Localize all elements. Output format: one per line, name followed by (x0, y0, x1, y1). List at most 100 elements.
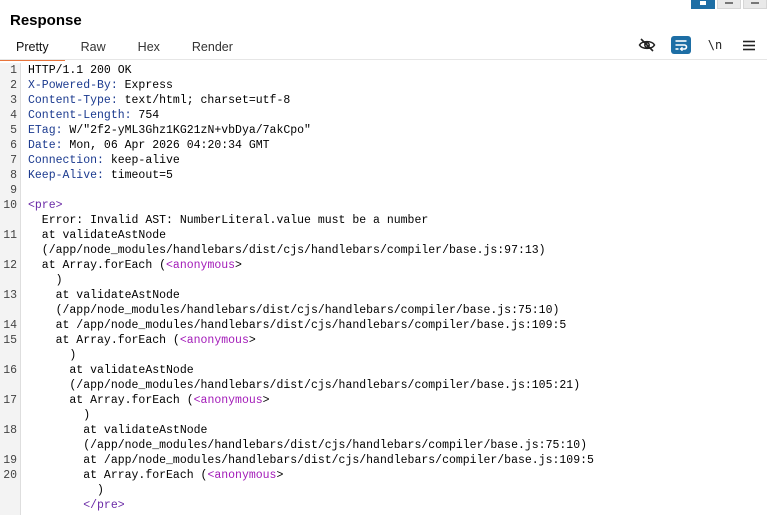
text-segment: ) (28, 274, 63, 287)
line-number: 2 (10, 79, 17, 92)
text-segment: keep-alive (103, 154, 180, 167)
line-number: 14 (3, 319, 17, 332)
line-text: Connection: keep-alive (28, 153, 180, 168)
text-wrap-button[interactable] (671, 36, 691, 54)
header-name: Content-Length: (28, 109, 132, 122)
line-text: ETag: W/"2f2-yML3Ghz1KG21zN+vbDya/7akCpo… (28, 123, 311, 138)
text-segment: at Array.forEach ( (28, 469, 208, 482)
vertical-layout-button[interactable] (743, 0, 767, 9)
text-segment: Express (117, 79, 173, 92)
line-number: 10 (3, 199, 17, 212)
line-number: 1 (10, 64, 17, 77)
line-number: 18 (3, 424, 17, 437)
line-number: 9 (10, 184, 17, 197)
hide-button[interactable] (637, 36, 657, 54)
horizontal-layout-button[interactable] (717, 0, 741, 9)
line-text: </pre> (28, 498, 125, 513)
line-number: 12 (3, 259, 17, 272)
anonymous-token: <anonymous (207, 469, 277, 482)
line-text: at Array.forEach (<anonymous> (28, 468, 283, 483)
text-segment: ) (28, 484, 104, 497)
line-number: 15 (3, 334, 17, 347)
anonymous-token: <anonymous (166, 259, 236, 272)
line-number: 16 (3, 364, 17, 377)
text-segment: > (248, 334, 256, 347)
line-text: (/app/node_modules/handlebars/dist/cjs/h… (28, 243, 546, 258)
text-segment: Error: Invalid AST: NumberLiteral.value … (28, 214, 429, 227)
html-tag: <pre> (28, 199, 63, 212)
layout-toggle-group (691, 0, 767, 9)
tab-pretty[interactable]: Pretty (0, 34, 65, 61)
line-text: at /app/node_modules/handlebars/dist/cjs… (28, 453, 594, 468)
line-number: 6 (10, 139, 17, 152)
line-text: (/app/node_modules/handlebars/dist/cjs/h… (28, 303, 560, 318)
text-segment: (/app/node_modules/handlebars/dist/cjs/h… (28, 244, 546, 257)
line-number: 8 (10, 169, 17, 182)
text-segment: at validateAstNode (28, 289, 180, 302)
line-text: at Array.forEach (<anonymous> (28, 258, 242, 273)
text-segment: ) (28, 349, 77, 362)
tab-raw[interactable]: Raw (65, 34, 122, 60)
line-text: Error: Invalid AST: NumberLiteral.value … (28, 213, 428, 228)
view-tabs: Pretty Raw Hex Render (0, 34, 249, 61)
line-number: 20 (3, 469, 17, 482)
header-name: X-Powered-By: (28, 79, 118, 92)
tab-divider (0, 59, 767, 60)
line-text: ) (28, 273, 63, 288)
text-segment: text/html; charset=utf-8 (117, 94, 291, 107)
text-segment: at validateAstNode (28, 424, 208, 437)
hamburger-menu-icon (743, 40, 755, 50)
html-tag: </pre> (83, 499, 125, 512)
header-name: Date: (28, 139, 63, 152)
vertical-layout-icon (751, 2, 759, 4)
line-text: <pre> (28, 198, 63, 213)
line-text: (/app/node_modules/handlebars/dist/cjs/h… (28, 378, 580, 393)
text-segment: Mon, 06 Apr 2026 04:20:34 GMT (62, 139, 270, 152)
line-text: HTTP/1.1 200 OK (28, 63, 132, 78)
text-segment: (/app/node_modules/handlebars/dist/cjs/h… (28, 379, 581, 392)
text-segment: at Array.forEach ( (28, 334, 180, 347)
text-segment: ) (28, 409, 91, 422)
line-number: 17 (3, 394, 17, 407)
response-editor[interactable]: 1 HTTP/1.1 200 OK 2 X-Powered-By: Express 3 C… (0, 63, 767, 515)
newline-label: \n (707, 38, 723, 52)
line-text: Content-Type: text/html; charset=utf-8 (28, 93, 290, 108)
line-text: ) (28, 483, 104, 498)
line-text: at validateAstNode (28, 228, 166, 243)
line-number: 13 (3, 289, 17, 302)
tab-hex[interactable]: Hex (122, 34, 176, 60)
menu-button[interactable] (739, 36, 759, 54)
text-segment: (/app/node_modules/handlebars/dist/cjs/h… (28, 304, 560, 317)
text-segment: > (235, 259, 242, 272)
header-name: Connection: (28, 154, 104, 167)
line-number: 4 (10, 109, 17, 122)
line-text: Date: Mon, 06 Apr 2026 04:20:34 GMT (28, 138, 270, 153)
line-text: at Array.forEach (<anonymous> (28, 333, 256, 348)
text-segment: > (262, 394, 270, 407)
tab-render[interactable]: Render (176, 34, 249, 60)
horizontal-layout-icon (725, 2, 733, 4)
line-text: at validateAstNode (28, 288, 180, 303)
text-segment: at /app/node_modules/handlebars/dist/cjs… (28, 319, 567, 332)
text-segment: HTTP/1.1 200 OK (28, 64, 132, 77)
split-layout-icon (700, 1, 706, 5)
line-text: at validateAstNode (28, 363, 193, 378)
line-text: at validateAstNode (28, 423, 207, 438)
text-segment: timeout=5 (103, 169, 173, 182)
line-text: at Array.forEach (<anonymous> (28, 393, 270, 408)
line-number: 11 (3, 229, 17, 242)
text-segment: at Array.forEach ( (28, 394, 194, 407)
line-number: 19 (3, 454, 17, 467)
line-number: 7 (10, 154, 17, 167)
header-name: Keep-Alive: (28, 169, 104, 182)
text-wrap-icon (675, 40, 688, 51)
header-name: Content-Type: (28, 94, 118, 107)
text-segment: 754 (131, 109, 160, 122)
anonymous-token: <anonymous (193, 394, 263, 407)
text-segment (28, 499, 83, 512)
show-newlines-button[interactable]: \n (705, 36, 725, 54)
line-text: Content-Length: 754 (28, 108, 159, 123)
split-layout-button[interactable] (691, 0, 715, 9)
eye-slash-icon (638, 38, 656, 52)
text-segment: > (276, 469, 284, 482)
